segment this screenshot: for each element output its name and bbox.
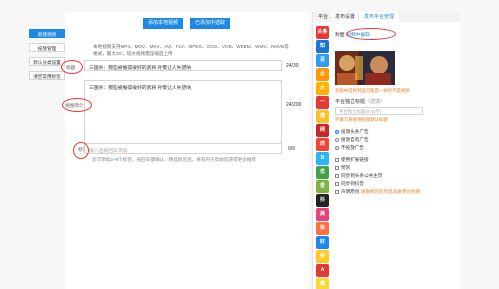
platform-header: 平台 (313, 12, 333, 22)
meipai-icon[interactable]: 美 (316, 208, 329, 221)
checkbox-icon (335, 189, 339, 194)
douyin-icon[interactable]: 抖 (316, 194, 329, 207)
tab-publish-settings[interactable]: 发布设置 (332, 12, 358, 22)
bilibili-icon[interactable]: B (316, 152, 329, 165)
checkbox-icon (335, 157, 339, 162)
platform-title-placeholder: 平台独立标题(5-30字) (339, 109, 382, 114)
ad-option-none[interactable]: 不投放广告 (335, 144, 364, 151)
platform-title-warning: 不填写将使用视频默认标题 (335, 117, 388, 122)
wangyi-icon[interactable]: 网 (316, 124, 329, 137)
summary-textarea[interactable]: 三国杀：那些被推得很好的武将 孙策让人失望呐 (84, 80, 282, 144)
qiehao-icon[interactable]: 企 (316, 68, 329, 81)
dayu-icon[interactable]: 大 (316, 82, 329, 95)
title-counter: 24/30 (286, 63, 299, 69)
new-video-button[interactable]: 新建视频 (29, 29, 65, 38)
miaopai-icon[interactable]: 秒 (316, 250, 329, 263)
summary-value: 三国杀：那些被推得很好的武将 孙策让人失望呐 (89, 86, 192, 91)
option-appreciation[interactable]: 赞赏 (335, 164, 350, 171)
option-sync-douyin[interactable]: 同步到抖音 (335, 180, 364, 187)
left-menu: 新建视频 投放管理 默认分类设置 清空常用标签 (29, 29, 65, 85)
video-form-card: 添加本地视频 已添加中选取 本地视频支持MP4、MOV、MKV、AVI、FLV、… (61, 12, 309, 289)
radio-icon (335, 137, 339, 142)
ad-option-own[interactable]: 投放自有广告 (335, 136, 369, 143)
clear-common-tags-button[interactable]: 清空常用标签 (29, 71, 65, 80)
cover-warning: 封面中选择封面可能是一帧的不是视频 (335, 88, 410, 93)
select-existing-video-button[interactable]: 已添加中选取 (190, 18, 230, 29)
cover-label: 封面 (335, 33, 345, 38)
checkbox-icon (335, 165, 339, 170)
title-value: 三国杀：那些被推得很好的武将 孙策让人失望呐 (89, 66, 192, 71)
cover-thumbnail[interactable] (335, 51, 395, 85)
sohu-icon[interactable]: 搜 (316, 110, 329, 123)
zhihu-icon[interactable]: 知 (316, 40, 329, 53)
tags-hint: 您可添加2~9个标签，按回车键确认。精选标签后，将有利于帮助您获得更多推荐 (92, 157, 257, 162)
ad-option-toutiao[interactable]: 投放头条广告 (335, 128, 369, 135)
baijia-icon[interactable]: 百 (316, 54, 329, 67)
cover-thumbnail-art (335, 51, 395, 85)
summary-counter: 24/200 (286, 102, 302, 108)
tags-counter: 0/9 (288, 146, 295, 152)
checkbox-icon (335, 181, 339, 186)
yidian-icon[interactable]: 一 (316, 96, 329, 109)
tab-platform-management[interactable]: 发布平台管理 (358, 12, 399, 22)
aiqiyi-icon[interactable]: 爱 (316, 180, 329, 193)
summary-annotation-circle (62, 98, 92, 112)
radio-selected-icon (335, 129, 339, 134)
title-input[interactable]: 三国杀：那些被推得很好的武将 孙策让人失望呐 (84, 60, 282, 71)
original-permission-link[interactable]: 请确保您的作品具备原创权限 (361, 189, 421, 194)
default-category-settings-button[interactable]: 默认分类设置 (29, 57, 65, 66)
publish-settings-panel: 发布设置 发布平台管理 封面 视频中截取 封面中选择封面可能是一帧的不是视频 平… (332, 12, 460, 289)
settings-tabs: 发布设置 发布平台管理 (332, 12, 460, 22)
delivery-management-button[interactable]: 投放管理 (29, 43, 65, 52)
acfun-icon[interactable]: A (316, 264, 329, 277)
haokan-icon[interactable]: 好 (316, 236, 329, 249)
cover-annotation-circle (346, 28, 396, 40)
platform-title-input[interactable]: 平台独立标题(5-30字) (335, 107, 423, 115)
option-declare-original[interactable]: 声明原创 请确保您的作品具备原创权限 (335, 188, 420, 195)
option-sync-toutiao-homepage[interactable]: 同步到头条公共主页 (335, 172, 382, 179)
supported-formats-text: 本地视频支持MP4、MOV、MKV、AVI、FLV、MPEG、OGG、VOB、W… (93, 44, 289, 56)
tags-input[interactable]: 输入后按回车添加 (84, 143, 282, 154)
weishi-icon[interactable]: 微 (316, 278, 329, 289)
platform-title-heading: 平台独立标题（选填） (335, 99, 386, 105)
add-local-video-button[interactable]: 添加本地视频 (143, 18, 183, 29)
toutiao-icon[interactable]: 头条 (316, 26, 329, 39)
option-extension-link[interactable]: 使用扩展链接 (335, 156, 369, 163)
xigua-icon[interactable]: 西 (316, 138, 329, 151)
tags-count-range: 2~9个 (110, 157, 123, 162)
radio-icon (335, 145, 339, 150)
platform-column: 平台 头条 知 百 企 大 一 搜 网 西 B 优 爱 抖 美 快 好 秒 A … (312, 12, 334, 289)
kuaishou-icon[interactable]: 快 (316, 222, 329, 235)
youku-icon[interactable]: 优 (316, 166, 329, 179)
tags-annotation-circle (73, 142, 89, 159)
tags-placeholder: 输入后按回车添加 (89, 149, 128, 154)
app-window: 新建视频 投放管理 默认分类设置 清空常用标签 添加本地视频 已添加中选取 本地… (0, 0, 499, 289)
title-annotation-circle (61, 60, 83, 74)
checkbox-icon (335, 173, 339, 178)
